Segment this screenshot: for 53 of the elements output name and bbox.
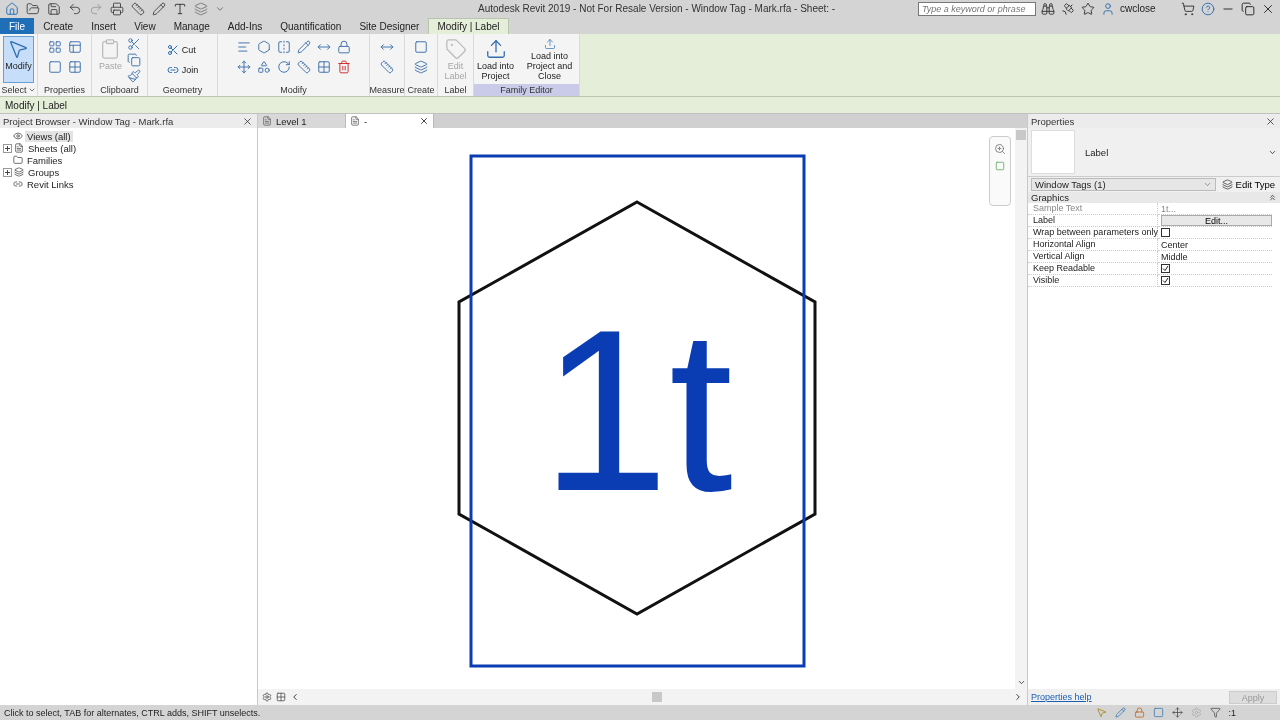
ribbon-tab[interactable]: Quantification bbox=[271, 18, 351, 34]
property-name: Label bbox=[1028, 215, 1158, 227]
panel-label: Create bbox=[406, 84, 436, 96]
ribbon-tab[interactable]: File bbox=[0, 18, 35, 34]
status-text: Click to select, TAB for alternates, CTRL adds, SHIFT unselects. bbox=[4, 707, 261, 718]
ribbon-tool-button[interactable]: Load into Project and Close bbox=[519, 36, 580, 83]
options-bar-label: Modify | Label bbox=[5, 99, 68, 111]
selection-count: :1 bbox=[1228, 707, 1236, 718]
ribbon-tool-button[interactable]: Cut bbox=[163, 42, 202, 58]
panel-label: Family Editor bbox=[474, 84, 579, 96]
document-tab[interactable]: Level 1 bbox=[258, 114, 346, 128]
property-name: Vertical Align bbox=[1028, 251, 1158, 263]
ribbon-tool-button[interactable]: Modify bbox=[3, 36, 34, 83]
panel-label: Clipboard bbox=[99, 84, 140, 96]
window-title: Autodesk Revit 2019 - Not For Resale Version - Window Tag - Mark.rfa - Sheet: - bbox=[478, 3, 837, 14]
tree-item[interactable]: Sheets (all) bbox=[26, 142, 79, 154]
document-tab[interactable]: - bbox=[346, 114, 434, 128]
property-value[interactable]: Center bbox=[1161, 239, 1188, 250]
panel-label: Modify bbox=[279, 84, 308, 96]
ribbon-tab[interactable]: Add-Ins bbox=[218, 18, 272, 34]
ribbon-tab[interactable]: View bbox=[125, 18, 165, 34]
panel-label: Select bbox=[0, 84, 37, 96]
tree-item[interactable]: Groups bbox=[26, 166, 62, 178]
ribbon-tool-button[interactable]: Load into Project bbox=[473, 36, 518, 83]
type-selector[interactable]: Window Tags (1) bbox=[1031, 178, 1216, 191]
type-name[interactable]: Label bbox=[1085, 146, 1258, 158]
ribbon-tab[interactable]: Manage bbox=[164, 18, 219, 34]
user-name[interactable]: cwclose bbox=[1120, 3, 1176, 14]
ribbon-tab[interactable]: Modify | Label bbox=[428, 18, 509, 34]
tree-item[interactable]: Families bbox=[25, 154, 65, 166]
panel-label: Label bbox=[443, 84, 468, 96]
property-name: Visible bbox=[1028, 275, 1158, 287]
edit-type-button[interactable]: Edit Type bbox=[1219, 179, 1277, 190]
property-name: Horizontal Align bbox=[1028, 239, 1158, 251]
tree-item[interactable]: Views (all) bbox=[25, 130, 73, 142]
edit-button[interactable]: Edit... bbox=[1161, 215, 1272, 226]
panel-label: Properties bbox=[43, 84, 86, 96]
panel-label: Geometry bbox=[161, 84, 204, 96]
ribbon-tab[interactable]: Create bbox=[34, 18, 83, 34]
pane-title: Project Browser - Window Tag - Mark.rfa bbox=[3, 115, 174, 127]
ribbon-tab[interactable]: Site Designer bbox=[350, 18, 429, 34]
ribbon-tab[interactable]: Insert bbox=[82, 18, 126, 34]
panel-label: Measure bbox=[370, 84, 404, 96]
property-name: Keep Readable bbox=[1028, 263, 1158, 275]
property-value[interactable]: Middle bbox=[1161, 251, 1188, 262]
search-field[interactable]: Type a keyword or phrase bbox=[918, 1, 1036, 16]
tree-item[interactable]: Revit Links bbox=[25, 178, 76, 190]
pane-title: Properties bbox=[1031, 115, 1075, 127]
properties-help-link[interactable]: Properties help bbox=[1031, 692, 1092, 702]
group-header[interactable]: Graphics bbox=[1031, 192, 1069, 203]
property-name: Wrap between parameters only bbox=[1028, 227, 1158, 239]
ribbon-tool-button[interactable]: Join bbox=[163, 62, 202, 78]
property-name: Sample Text bbox=[1028, 203, 1158, 215]
